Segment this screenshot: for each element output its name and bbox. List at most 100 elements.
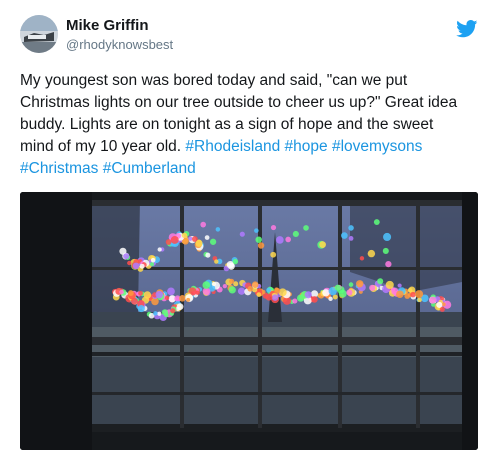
tweet-photo[interactable]	[20, 192, 478, 450]
light-bulb	[276, 236, 284, 244]
light-bulb	[285, 236, 291, 243]
light-bulb	[270, 224, 277, 231]
light-bulb	[127, 260, 132, 266]
light-bulb	[127, 290, 134, 296]
light-bulb	[270, 251, 277, 258]
light-bulb	[341, 232, 348, 239]
light-bulb	[383, 232, 392, 242]
light-bulb	[385, 260, 392, 268]
light-bulb	[150, 257, 156, 263]
light-bulb	[157, 247, 162, 252]
light-bulb	[415, 290, 424, 299]
light-bulb	[256, 292, 262, 297]
light-bulb	[137, 305, 145, 313]
light-bulb	[257, 242, 265, 249]
light-bulb	[410, 291, 416, 298]
light-bulb	[195, 290, 200, 295]
light-bulb	[119, 289, 124, 295]
light-bulb	[356, 280, 364, 288]
light-bulb	[202, 281, 211, 289]
light-bulb	[334, 284, 341, 291]
avatar-image	[20, 15, 58, 53]
light-bulb	[304, 291, 312, 299]
light-bulb	[322, 289, 330, 297]
light-bulb	[167, 287, 175, 296]
hashtag-link[interactable]: #Rhodeisland	[185, 138, 280, 155]
hashtag-link[interactable]: #lovemysons	[332, 138, 422, 155]
light-bulb	[373, 219, 380, 226]
light-bulb	[266, 287, 272, 293]
light-bulb	[209, 238, 217, 245]
light-bulb	[247, 286, 254, 292]
light-bulb	[132, 262, 140, 270]
light-bulb	[161, 309, 168, 316]
light-bulb	[164, 295, 170, 301]
light-bulb	[311, 296, 318, 303]
light-bulb	[228, 286, 236, 294]
light-bulb	[377, 278, 384, 285]
light-bulb	[292, 298, 298, 304]
light-bulb	[232, 258, 239, 265]
light-bulb	[407, 287, 413, 293]
light-bulb	[429, 296, 437, 304]
light-bulb	[155, 290, 163, 299]
light-bulb	[348, 282, 354, 287]
light-bulb	[274, 287, 281, 294]
light-bulb	[254, 228, 259, 233]
light-bulb	[271, 294, 279, 301]
light-bulb	[188, 236, 193, 241]
light-bulb	[417, 297, 422, 303]
light-bulb	[396, 290, 404, 298]
light-bulb	[181, 232, 188, 239]
light-bulb	[229, 278, 235, 284]
light-bulb	[138, 290, 143, 296]
light-bulb	[176, 303, 184, 311]
tweet-text: My youngest son was bored today and said…	[20, 70, 490, 180]
light-bulb	[348, 236, 354, 241]
light-bulb	[239, 231, 245, 237]
light-bulb	[153, 311, 158, 316]
christmas-lights-window-image	[20, 192, 478, 450]
author-avatar[interactable]	[20, 15, 58, 53]
tweet-text-line: buddy. Lights are on tonight as a sign o…	[20, 116, 434, 133]
light-bulb	[292, 230, 299, 238]
hashtag-link[interactable]: #Cumberland	[103, 160, 196, 177]
hashtag-link[interactable]: #Christmas	[20, 160, 98, 177]
light-bulb	[369, 284, 376, 291]
light-bulb	[237, 287, 246, 295]
light-bulb	[251, 281, 259, 288]
light-bulb	[170, 235, 179, 244]
light-bulb	[186, 297, 191, 302]
light-bulb	[214, 259, 219, 264]
light-bulb	[338, 289, 347, 298]
light-bulb	[204, 235, 210, 240]
light-bulb	[165, 239, 172, 245]
light-bulb	[303, 225, 309, 231]
light-bulb	[359, 256, 365, 261]
light-bulb	[149, 262, 155, 267]
light-bulb	[332, 294, 338, 300]
tweet-text-line: Christmas lights on our tree outside to …	[20, 94, 458, 111]
light-bulb	[200, 221, 207, 228]
tweet-card: Mike Griffin @rhodyknowsbest My youngest…	[0, 0, 499, 459]
tweet-text-line: mind of my 10 year old.	[20, 138, 182, 155]
twitter-bird-icon[interactable]	[456, 20, 478, 38]
light-bulb	[195, 239, 203, 247]
light-bulb	[123, 253, 130, 260]
light-bulb	[170, 308, 176, 314]
author-name[interactable]: Mike Griffin	[66, 17, 149, 34]
tweet-text-line: My youngest son was bored today and said…	[20, 72, 408, 89]
light-bulb	[139, 263, 145, 269]
light-bulb	[211, 282, 217, 287]
light-bulb	[265, 293, 273, 301]
light-bulb	[328, 296, 333, 302]
light-bulb	[382, 247, 389, 254]
light-bulb	[205, 252, 211, 258]
light-bulb	[346, 289, 353, 296]
light-bulb	[348, 225, 354, 231]
light-bulb	[319, 241, 326, 248]
light-bulb	[367, 249, 376, 258]
hashtag-link[interactable]: #hope	[285, 138, 328, 155]
author-handle[interactable]: @rhodyknowsbest	[66, 37, 173, 52]
light-bulb	[385, 280, 394, 290]
